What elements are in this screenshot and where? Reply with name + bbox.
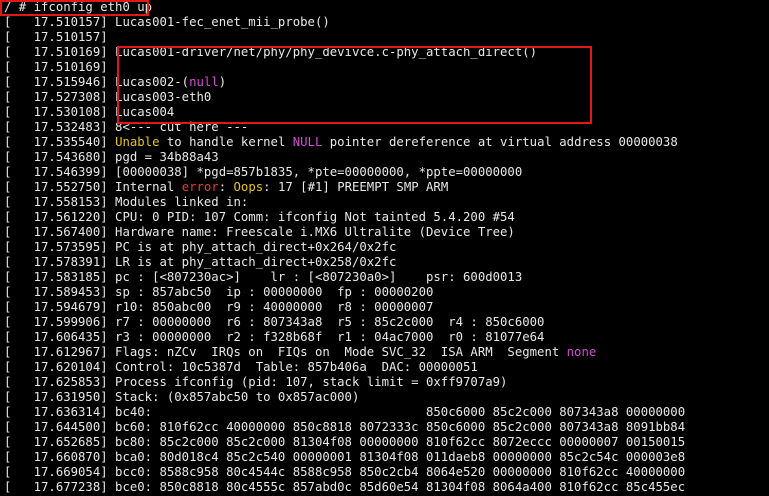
kernel-log-line: [ 17.552750] Internal error: Oops: 17 [#… <box>4 180 448 195</box>
kernel-log-line: [ 17.515946] Lucas002-(null) <box>4 75 226 90</box>
kernel-log-line: [ 17.578391] LR is at phy_attach_direct+… <box>4 255 396 270</box>
kernel-log-line: [ 17.644500] bc60: 810f62cc 40000000 850… <box>4 420 685 435</box>
kernel-log-line: [ 17.567400] Hardware name: Freescale i.… <box>4 225 515 240</box>
kernel-log-line: [ 17.535540] Unable to handle kernel NUL… <box>4 135 678 150</box>
log-text-segment: null <box>189 75 219 89</box>
log-text-segment: NULL <box>292 135 323 149</box>
log-text-segment: [ 17.599906] r7 : 00000000 r6 : 807343a8… <box>4 315 545 329</box>
log-text-segment: [ 17.606435] r3 : 00000000 r2 : f328b68f… <box>4 330 545 344</box>
log-text-segment: [ 17.578391] LR is at phy_attach_direct+… <box>4 255 397 269</box>
kernel-log-line: [ 17.589453] sp : 857abc50 ip : 00000000… <box>4 285 433 300</box>
log-text-segment: [ 17.510157] Lucas001-fec_enet_mii_probe… <box>4 15 330 29</box>
kernel-log-line: [ 17.573595] PC is at phy_attach_direct+… <box>4 240 396 255</box>
log-text-segment: [ 17.510157] <box>4 30 108 44</box>
log-text-segment: [ 17.625853] Process ifconfig (pid: 107,… <box>4 375 508 389</box>
log-text-segment: : <box>218 180 234 194</box>
log-text-segment: [ 17.510169] <box>4 60 108 74</box>
log-text-segment: [ 17.546399] [00000038] *pgd=857b1835, *… <box>4 165 523 179</box>
kernel-log-line: [ 17.510157] Lucas001-fec_enet_mii_probe… <box>4 15 330 30</box>
kernel-log-line: [ 17.612967] Flags: nZCv IRQs on FIQs on… <box>4 345 596 360</box>
log-text-segment: [ 17.677238] bce0: 850c8818 80c4555c 857… <box>4 480 686 494</box>
kernel-log-line: [ 17.532483] 8<--- cut here --- <box>4 120 248 135</box>
kernel-log-line: [ 17.625853] Process ifconfig (pid: 107,… <box>4 375 507 390</box>
kernel-log-line: [ 17.510169] Lucas001-driver/net/phy/phy… <box>4 45 537 60</box>
log-text-segment: [ 17.573595] PC is at phy_attach_direct+… <box>4 240 397 254</box>
log-text-segment: Unable <box>115 135 160 149</box>
log-text-segment: [ 17.567400] Hardware name: Freescale i.… <box>4 225 515 239</box>
log-text-segment: pointer dereference at virtual address 0… <box>322 135 678 149</box>
kernel-log-line: [ 17.606435] r3 : 00000000 r2 : f328b68f… <box>4 330 544 345</box>
kernel-log-line: [ 17.510169] <box>4 60 108 75</box>
log-text-segment: [ 17.594679] r10: 850abc00 r9 : 40000000… <box>4 300 434 314</box>
log-text-segment: [ 17.530108] Lucas004 <box>4 105 175 119</box>
log-text-segment: [ 17.669054] bcc0: 8588c958 80c4544c 858… <box>4 465 686 479</box>
log-text-segment: [ 17.583185] pc : [<807230ac>] lr : [<80… <box>4 270 523 284</box>
log-text-segment: [ 17.631950] Stack: (0x857abc50 to 0x857… <box>4 390 360 404</box>
kernel-log-line: [ 17.530108] Lucas004 <box>4 105 174 120</box>
kernel-log-line: [ 17.669054] bcc0: 8588c958 80c4544c 858… <box>4 465 685 480</box>
log-text-segment: [ 17.644500] bc60: 810f62cc 40000000 850… <box>4 420 686 434</box>
log-text-segment: [ 17.558153] Modules linked in: <box>4 195 249 209</box>
log-text-segment: [ 17.510169] Lucas001-driver/net/phy/phy… <box>4 45 538 59</box>
kernel-log-line: [ 17.558153] Modules linked in: <box>4 195 248 210</box>
shell-command-line: / # ifconfig eth0 up <box>4 0 152 15</box>
log-text-segment: [ 17.652685] bc80: 85c2c000 85c2c000 813… <box>4 435 686 449</box>
kernel-log-line: [ 17.660870] bca0: 80d018c4 85c2c540 000… <box>4 450 685 465</box>
kernel-log-line: [ 17.594679] r10: 850abc00 r9 : 40000000… <box>4 300 433 315</box>
log-text-segment: [ 17.561220] CPU: 0 PID: 107 Comm: ifcon… <box>4 210 515 224</box>
kernel-log-line: [ 17.636314] bc40: 850c6000 85c2c000 807… <box>4 405 685 420</box>
log-text-segment: / # ifconfig eth0 up <box>4 0 153 14</box>
kernel-log-line: [ 17.599906] r7 : 00000000 r6 : 807343a8… <box>4 315 544 330</box>
kernel-log-line: [ 17.543680] pgd = 34b88a43 <box>4 150 219 165</box>
log-text-segment: none <box>566 345 597 359</box>
kernel-log-line: [ 17.677238] bce0: 850c8818 80c4555c 857… <box>4 480 685 495</box>
kernel-log-line: [ 17.510157] <box>4 30 108 45</box>
log-text-segment: [ 17.589453] sp : 857abc50 ip : 00000000… <box>4 285 434 299</box>
log-text-segment: [ 17.612967] Flags: nZCv IRQs on FIQs on… <box>4 345 567 359</box>
kernel-log-line: [ 17.546399] [00000038] *pgd=857b1835, *… <box>4 165 522 180</box>
kernel-log-line: [ 17.652685] bc80: 85c2c000 85c2c000 813… <box>4 435 685 450</box>
log-text-segment: Oops <box>233 180 264 194</box>
kernel-log-line: [ 17.631950] Stack: (0x857abc50 to 0x857… <box>4 390 359 405</box>
log-text-segment: [ 17.532483] 8<--- cut here --- <box>4 120 249 134</box>
log-text-segment: [ 17.620104] Control: 10c5387d Table: 85… <box>4 360 478 374</box>
log-text-segment: [ 17.515946] Lucas002-( <box>4 75 190 89</box>
log-text-segment: [ 17.543680] pgd = 34b88a43 <box>4 150 219 164</box>
log-text-segment: [ 17.552750] Internal <box>4 180 182 194</box>
log-text-segment: [ 17.535540] <box>4 135 116 149</box>
log-text-segment: : 17 [#1] PREEMPT SMP ARM <box>263 180 449 194</box>
log-text-segment: to handle kernel <box>159 135 293 149</box>
log-text-segment: [ 17.527308] Lucas003-eth0 <box>4 90 212 104</box>
kernel-log-line: [ 17.527308] Lucas003-eth0 <box>4 90 211 105</box>
log-text-segment: [ 17.660870] bca0: 80d018c4 85c2c540 000… <box>4 450 686 464</box>
kernel-log-line: [ 17.583185] pc : [<807230ac>] lr : [<80… <box>4 270 522 285</box>
log-text-segment: [ 17.636314] bc40: 850c6000 85c2c000 807… <box>4 405 686 419</box>
kernel-log-line: [ 17.620104] Control: 10c5387d Table: 85… <box>4 360 478 375</box>
kernel-log-line: [ 17.561220] CPU: 0 PID: 107 Comm: ifcon… <box>4 210 515 225</box>
log-text-segment: error <box>181 180 219 194</box>
terminal-window[interactable]: / # ifconfig eth0 up[ 17.510157] Lucas00… <box>0 0 769 496</box>
log-text-segment: ) <box>218 75 227 89</box>
